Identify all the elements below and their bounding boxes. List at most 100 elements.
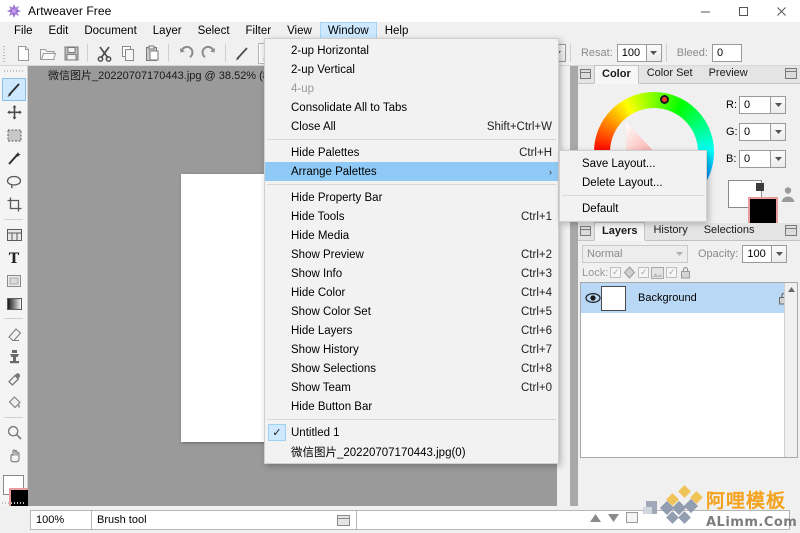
g-input[interactable]: 0: [739, 123, 771, 141]
menu-document[interactable]: Document: [76, 22, 144, 41]
menu-item-2up-horizontal[interactable]: 2-up Horizontal: [265, 41, 558, 60]
paint-bucket-tool[interactable]: [1, 391, 27, 414]
b-input[interactable]: 0: [739, 150, 771, 168]
submenu-item-delete-layout[interactable]: Delete Layout...: [560, 173, 706, 192]
layers-list[interactable]: Background: [580, 282, 798, 458]
lock-transparency-checkbox[interactable]: ✓: [610, 267, 621, 278]
palette-dock-icon[interactable]: [580, 226, 591, 239]
menu-item-show-info[interactable]: Show Info Ctrl+3: [265, 264, 558, 283]
close-icon[interactable]: [762, 0, 800, 22]
lock-all-checkbox[interactable]: ✓: [666, 267, 677, 278]
menu-edit[interactable]: Edit: [41, 22, 77, 41]
brush-icon[interactable]: [230, 42, 254, 64]
paste-icon[interactable]: [140, 42, 164, 64]
zoom-tool[interactable]: [1, 421, 27, 444]
menu-item-hide-layers[interactable]: Hide Layers Ctrl+6: [265, 321, 558, 340]
resat-input[interactable]: 100: [617, 44, 647, 62]
g-dropdown-icon[interactable]: [771, 123, 786, 141]
palette-menu-icon[interactable]: [785, 225, 797, 239]
brush-tool[interactable]: [2, 78, 26, 101]
new-layer-icon[interactable]: [626, 512, 638, 523]
menu-item-hide-media[interactable]: Hide Media: [265, 226, 558, 245]
minimize-icon[interactable]: [686, 0, 724, 22]
new-icon[interactable]: [11, 42, 35, 64]
magic-wand-tool[interactable]: [1, 147, 27, 170]
lasso-tool[interactable]: [1, 170, 27, 193]
redo-icon[interactable]: [197, 42, 221, 64]
tab-layers[interactable]: Layers: [594, 222, 645, 241]
undo-icon[interactable]: [173, 42, 197, 64]
tab-color-set[interactable]: Color Set: [639, 64, 701, 83]
menu-item-arrange-palettes[interactable]: Arrange Palettes ›: [265, 162, 558, 181]
move-layer-up-icon[interactable]: [590, 514, 601, 522]
menu-item-close-all[interactable]: Close All Shift+Ctrl+W: [265, 117, 558, 136]
toolbar-grip[interactable]: [2, 44, 8, 62]
tab-selections[interactable]: Selections: [696, 221, 763, 240]
maximize-icon[interactable]: [724, 0, 762, 22]
clone-color-icon[interactable]: [780, 186, 796, 206]
lock-image-icon[interactable]: [651, 267, 664, 279]
eraser-tool[interactable]: [1, 322, 27, 345]
menu-item-show-color-set[interactable]: Show Color Set Ctrl+5: [265, 302, 558, 321]
menu-item-2up-vertical[interactable]: 2-up Vertical: [265, 60, 558, 79]
palette-menu-icon[interactable]: [785, 68, 797, 82]
shape-tool[interactable]: [1, 269, 27, 292]
color-mode-icon[interactable]: [756, 183, 764, 191]
save-icon[interactable]: [59, 42, 83, 64]
submenu-item-default[interactable]: Default: [560, 199, 706, 218]
submenu-item-save-layout[interactable]: Save Layout...: [560, 154, 706, 173]
menu-item-hide-property-bar[interactable]: Hide Property Bar: [265, 188, 558, 207]
menu-item-show-team[interactable]: Show Team Ctrl+0: [265, 378, 558, 397]
bleed-input[interactable]: 0: [712, 44, 742, 62]
cut-icon[interactable]: [92, 42, 116, 64]
opacity-dropdown-icon[interactable]: [772, 245, 787, 263]
menu-item-open-document[interactable]: 微信图片_20220707170443.jpg(0): [265, 442, 558, 461]
menu-item-consolidate-all-to-tabs[interactable]: Consolidate All to Tabs: [265, 98, 558, 117]
layer-thumbnail[interactable]: [601, 286, 626, 311]
gradient-grid-tool[interactable]: [1, 223, 27, 246]
copy-icon[interactable]: [116, 42, 140, 64]
r-dropdown-icon[interactable]: [771, 96, 786, 114]
menu-item-hide-palettes[interactable]: Hide Palettes Ctrl+H: [265, 143, 558, 162]
menu-item-show-preview[interactable]: Show Preview Ctrl+2: [265, 245, 558, 264]
blend-mode-select[interactable]: Normal: [582, 245, 688, 263]
move-layer-down-icon[interactable]: [608, 514, 619, 522]
scroll-up-icon[interactable]: [785, 283, 798, 296]
layer-row-background[interactable]: Background: [581, 283, 797, 313]
menu-file[interactable]: File: [6, 22, 41, 41]
menu-item-untitled-1[interactable]: ✓ Untitled 1: [265, 423, 558, 442]
eyedropper-tool[interactable]: [1, 368, 27, 391]
text-tool[interactable]: T: [1, 246, 27, 269]
lock-icon[interactable]: [679, 266, 692, 279]
menu-item-hide-tools[interactable]: Hide Tools Ctrl+1: [265, 207, 558, 226]
menu-item-hide-button-bar[interactable]: Hide Button Bar: [265, 397, 558, 416]
b-dropdown-icon[interactable]: [771, 150, 786, 168]
menu-select[interactable]: Select: [190, 22, 238, 41]
hue-marker[interactable]: [660, 95, 669, 104]
move-tool[interactable]: [1, 101, 27, 124]
tab-color[interactable]: Color: [594, 65, 639, 84]
menu-item-hide-color[interactable]: Hide Color Ctrl+4: [265, 283, 558, 302]
lock-pixels-icon[interactable]: [623, 266, 636, 279]
menu-layer[interactable]: Layer: [145, 22, 190, 41]
status-panel-icon[interactable]: [337, 515, 350, 526]
palette-dock-icon[interactable]: [580, 69, 591, 82]
tab-preview[interactable]: Preview: [701, 64, 756, 83]
toolbox-grip[interactable]: [4, 68, 23, 75]
lock-position-checkbox[interactable]: ✓: [638, 267, 649, 278]
marquee-select-tool[interactable]: [1, 124, 27, 147]
r-input[interactable]: 0: [739, 96, 771, 114]
menu-item-show-selections[interactable]: Show Selections Ctrl+8: [265, 359, 558, 378]
gradient-tool[interactable]: [1, 292, 27, 315]
eye-visibility-icon[interactable]: [585, 292, 601, 304]
crop-tool[interactable]: [1, 193, 27, 216]
menu-item-show-history[interactable]: Show History Ctrl+7: [265, 340, 558, 359]
opacity-input[interactable]: 100: [742, 245, 772, 263]
hand-tool[interactable]: [1, 444, 27, 467]
zoom-level[interactable]: 100%: [30, 510, 92, 530]
resat-dropdown-icon[interactable]: [647, 44, 662, 62]
tab-history[interactable]: History: [645, 221, 695, 240]
layers-scrollbar[interactable]: [784, 283, 797, 457]
clone-stamp-tool[interactable]: [1, 345, 27, 368]
open-icon[interactable]: [35, 42, 59, 64]
